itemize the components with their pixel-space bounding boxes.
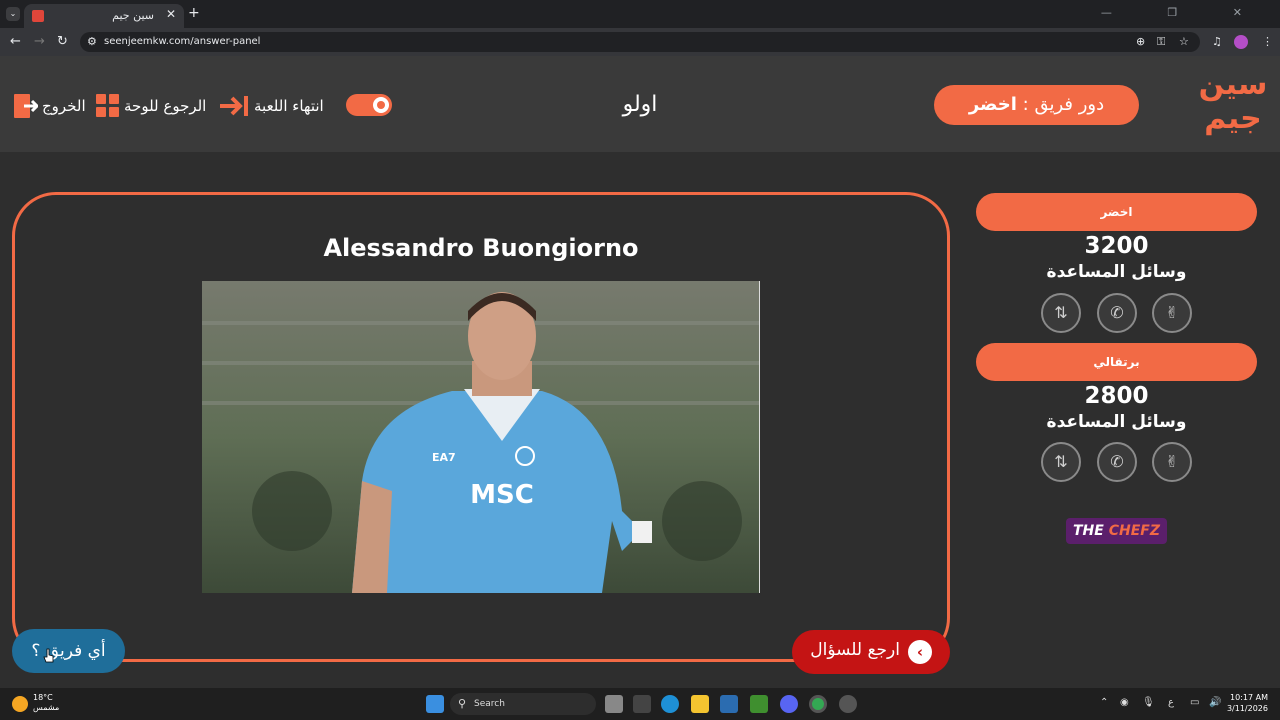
back-nav-icon[interactable]: ← — [10, 34, 21, 49]
password-key-icon[interactable]: ⚿ — [1157, 35, 1165, 49]
site-info-icon[interactable]: ⚙ — [87, 35, 97, 48]
file-explorer-icon[interactable] — [691, 695, 709, 713]
site-favicon-icon — [32, 10, 44, 22]
forward-nav-icon[interactable]: → — [34, 34, 45, 49]
weather-sun-icon[interactable] — [12, 696, 28, 712]
task-view-icon[interactable] — [605, 695, 623, 713]
swap-question-icon[interactable]: ⇅ — [1041, 293, 1081, 333]
two-answers-icon[interactable]: ✌ — [1152, 293, 1192, 333]
swap-question-icon[interactable]: ⇅ — [1041, 442, 1081, 482]
back-to-board-label[interactable]: الرجوع للوحة — [124, 94, 206, 118]
exit-door-icon[interactable] — [12, 92, 38, 120]
team-score: 2800 — [1084, 383, 1149, 409]
bookmark-star-icon[interactable]: ☆ — [1179, 35, 1189, 48]
chevron-right-icon: › — [908, 640, 932, 664]
weather-temp: 18°C — [33, 693, 53, 702]
phone-friend-icon[interactable]: ✆ — [1097, 442, 1137, 482]
start-windows-icon[interactable] — [426, 695, 444, 713]
answer-text: Alessandro Buongiorno — [323, 234, 639, 262]
app-logo: سين جيم — [1198, 67, 1268, 136]
aids-label: وسائل المساعدة — [1046, 412, 1187, 432]
zoom-icon[interactable]: ⊕ — [1136, 35, 1145, 48]
team-name-pill: برتقالي — [976, 343, 1257, 381]
taskbar-clock[interactable]: 10:17 AM 3/11/2026 — [1227, 692, 1268, 714]
tab-list-button[interactable]: ⌄ — [6, 7, 20, 21]
profile-avatar[interactable] — [1234, 35, 1248, 49]
answer-photo: MSC EA7 — [202, 281, 760, 593]
sponsor-logo: THE CHEFZ — [1066, 518, 1167, 544]
board-grid-icon[interactable] — [96, 94, 120, 118]
tab-title: سين جيم — [112, 9, 154, 22]
current-turn-badge: دور فريق : اخضر — [934, 85, 1139, 125]
exit-label[interactable]: الخروج — [42, 94, 86, 118]
tab-close-icon[interactable]: ✕ — [166, 7, 176, 21]
weather-desc: مشمس — [33, 703, 60, 712]
jersey-brand-text: EA7 — [432, 451, 456, 464]
which-team-button[interactable]: أي فريق ؟ — [12, 629, 125, 673]
minecraft-icon[interactable] — [750, 695, 768, 713]
clock-time: 10:17 AM — [1230, 693, 1268, 702]
app-icon[interactable] — [839, 695, 857, 713]
chrome-icon[interactable] — [809, 695, 827, 713]
turn-team: اخضر — [968, 94, 1017, 115]
app-icon[interactable] — [633, 695, 651, 713]
language-indicator[interactable]: ع — [1168, 697, 1174, 708]
two-answers-icon[interactable]: ✌ — [1152, 442, 1192, 482]
reload-icon[interactable]: ↻ — [57, 34, 68, 49]
edge-browser-icon[interactable] — [661, 695, 679, 713]
back-to-question-label: ارجع للسؤال — [810, 640, 900, 660]
url-text[interactable]: seenjeemkw.com/answer-panel — [104, 36, 260, 47]
weather-widget[interactable]: 18°C مشمس — [33, 693, 59, 713]
network-icon[interactable]: ▭ — [1190, 697, 1199, 708]
window-controls[interactable]: — ❐ ✕ — [1101, 6, 1268, 19]
browser-tab[interactable]: سين جيم ✕ — [24, 4, 184, 28]
phone-friend-icon[interactable]: ✆ — [1097, 293, 1137, 333]
media-icon[interactable]: ♫ — [1212, 35, 1222, 48]
toggle-knob-icon — [373, 97, 389, 113]
end-game-label[interactable]: انتهاء اللعبة — [254, 94, 324, 118]
clock-date: 3/11/2026 — [1226, 704, 1268, 713]
team-score: 3200 — [1084, 233, 1149, 259]
volume-icon[interactable]: 🔊 — [1209, 697, 1221, 708]
turn-label: دور فريق : — [1016, 94, 1105, 115]
back-to-question-button[interactable]: ارجع للسؤال › — [792, 630, 950, 674]
return-arrow-icon[interactable] — [218, 94, 250, 118]
mic-icon[interactable]: 🎙 — [1142, 697, 1155, 708]
category-title: اولو — [622, 92, 658, 117]
store-icon[interactable] — [720, 695, 738, 713]
new-tab-button[interactable]: + — [188, 5, 200, 21]
aids-label: وسائل المساعدة — [1046, 262, 1187, 282]
jersey-sponsor-text: MSC — [470, 480, 534, 510]
team-name-pill: اخضر — [976, 193, 1257, 231]
menu-kebab-icon[interactable]: ⋮ — [1262, 35, 1273, 48]
hand-cursor-icon — [43, 648, 54, 663]
taskbar-search[interactable]: Search — [450, 693, 596, 715]
steam-icon[interactable]: ◉ — [1120, 697, 1129, 708]
discord-icon[interactable] — [780, 695, 798, 713]
end-game-toggle[interactable] — [346, 94, 392, 116]
tray-expand-icon[interactable]: ⌃ — [1100, 697, 1108, 708]
